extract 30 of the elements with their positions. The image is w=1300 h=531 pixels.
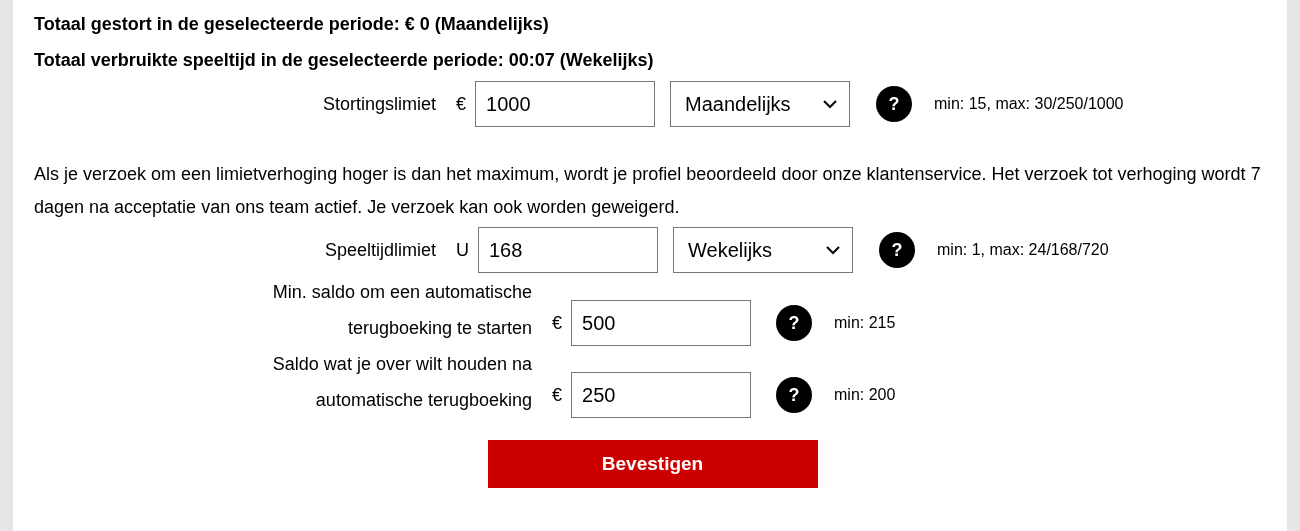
total-summary: Totaal gestort in de geselecteerde periode: € 0 (Maandelijks) [34, 13, 550, 36]
input-field[interactable]: 250 [571, 372, 751, 418]
field-label: Speeltijdlimiet [324, 239, 436, 261]
input-field[interactable]: 168 [478, 227, 658, 273]
hint-text: min: 1, max: 24/168/720 [937, 241, 1109, 259]
unit-label: € [456, 93, 466, 115]
field-label: Min. saldo om een automatische [272, 281, 532, 304]
hint-text: min: 15, max: 30/250/1000 [934, 95, 1124, 113]
hint-text: min: 200 [834, 385, 896, 405]
unit-label: U [456, 239, 469, 261]
total-summary: Totaal verbruikte speeltijd in de geselecteerde periode: 00:07 (Wekelijks) [34, 49, 655, 72]
period-dropdown[interactable]: Wekelijks [673, 227, 853, 273]
notice-text: Als je verzoek om een limietverhoging hoger is dan het maximum, wordt je profiel beoordeeld door onze klantenservice. Het verzoek tot verhoging wordt 7 dagen na acceptatie van ons team actief. Je verzoek kan ook worden geweigerd. [34, 163, 1262, 219]
submit-button[interactable]: Bevestigen [487, 440, 818, 488]
field-label: Stortingslimiet [322, 93, 436, 115]
input-field[interactable]: 500 [571, 300, 751, 346]
chevron-icon [826, 245, 840, 255]
help-button[interactable]: ? [776, 377, 812, 413]
period-dropdown[interactable]: Maandelijks [670, 81, 850, 127]
unit-label: € [552, 384, 562, 407]
field-label: terugboeking te starten [347, 317, 532, 340]
help-button[interactable]: ? [776, 305, 812, 341]
hint-text: min: 215 [834, 313, 896, 333]
help-button[interactable]: ? [879, 232, 915, 268]
help-button[interactable]: ? [876, 86, 912, 122]
unit-label: € [552, 312, 562, 335]
field-label: automatische terugboeking [315, 389, 532, 412]
chevron-icon [823, 99, 837, 109]
field-label: Saldo wat je over wilt houden na [272, 353, 532, 376]
input-field[interactable]: 1000 [475, 81, 655, 127]
